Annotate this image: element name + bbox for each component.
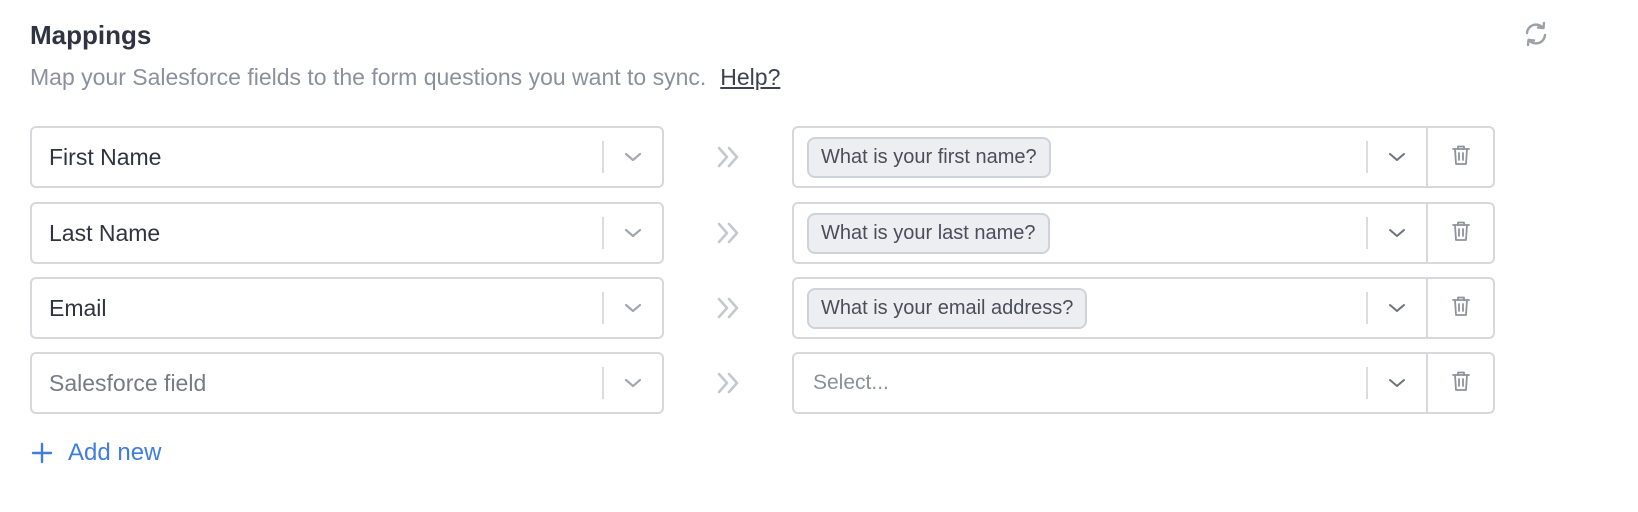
salesforce-field-value: First Name (49, 143, 162, 170)
delete-mapping-button[interactable] (1426, 277, 1495, 339)
salesforce-field-select[interactable]: Email (30, 277, 664, 339)
form-question-chip: What is your first name? (807, 136, 1051, 178)
salesforce-field-placeholder: Salesforce field (49, 369, 207, 396)
double-chevron-right-icon (714, 140, 744, 174)
double-chevron-right-icon (714, 291, 744, 325)
chevron-down-icon[interactable] (1368, 279, 1426, 337)
chevron-down-icon[interactable] (604, 128, 662, 186)
add-new-label: Add new (68, 439, 162, 466)
mapping-row: First Name What is your first name? (30, 126, 1500, 188)
salesforce-field-value: Last Name (49, 219, 161, 246)
page-subtitle: Map your Salesforce fields to the form q… (30, 64, 780, 91)
trash-icon (1451, 370, 1471, 397)
salesforce-field-value: Email (49, 294, 107, 321)
subtitle-text: Map your Salesforce fields to the form q… (30, 64, 707, 90)
mapping-row: Salesforce field Select... (30, 352, 1500, 414)
salesforce-field-select[interactable]: First Name (30, 126, 664, 188)
page-title: Mappings (30, 20, 152, 50)
chevron-down-icon[interactable] (604, 204, 662, 262)
add-new-button[interactable]: Add new (30, 436, 161, 470)
form-question-select[interactable]: What is your email address? (792, 277, 1428, 339)
mappings-panel: Mappings Map your Salesforce fields to t… (0, 0, 1638, 512)
salesforce-field-select[interactable]: Last Name (30, 202, 664, 264)
chevron-down-icon[interactable] (1368, 128, 1426, 186)
form-question-select[interactable]: What is your first name? (792, 126, 1428, 188)
refresh-button[interactable] (1520, 20, 1552, 52)
chevron-down-icon[interactable] (1368, 354, 1426, 412)
form-question-chip: What is your last name? (807, 212, 1050, 254)
delete-mapping-button[interactable] (1426, 352, 1495, 414)
double-chevron-right-icon (714, 216, 744, 250)
chevron-down-icon[interactable] (1368, 204, 1426, 262)
salesforce-field-select[interactable]: Salesforce field (30, 352, 664, 414)
form-question-placeholder: Select... (813, 371, 889, 394)
delete-mapping-button[interactable] (1426, 202, 1495, 264)
delete-mapping-button[interactable] (1426, 126, 1495, 188)
form-question-chip: What is your email address? (807, 287, 1088, 329)
trash-icon (1451, 295, 1471, 322)
plus-icon (30, 441, 54, 465)
help-link[interactable]: Help? (720, 64, 780, 90)
chevron-down-icon[interactable] (604, 354, 662, 412)
chevron-down-icon[interactable] (604, 279, 662, 337)
mapping-row: Last Name What is your last name? (30, 202, 1500, 264)
double-chevron-right-icon (714, 366, 744, 400)
mapping-row: Email What is your email address? (30, 277, 1500, 339)
form-question-select[interactable]: What is your last name? (792, 202, 1428, 264)
trash-icon (1451, 144, 1471, 171)
trash-icon (1451, 220, 1471, 247)
form-question-select[interactable]: Select... (792, 352, 1428, 414)
refresh-icon (1522, 20, 1550, 53)
